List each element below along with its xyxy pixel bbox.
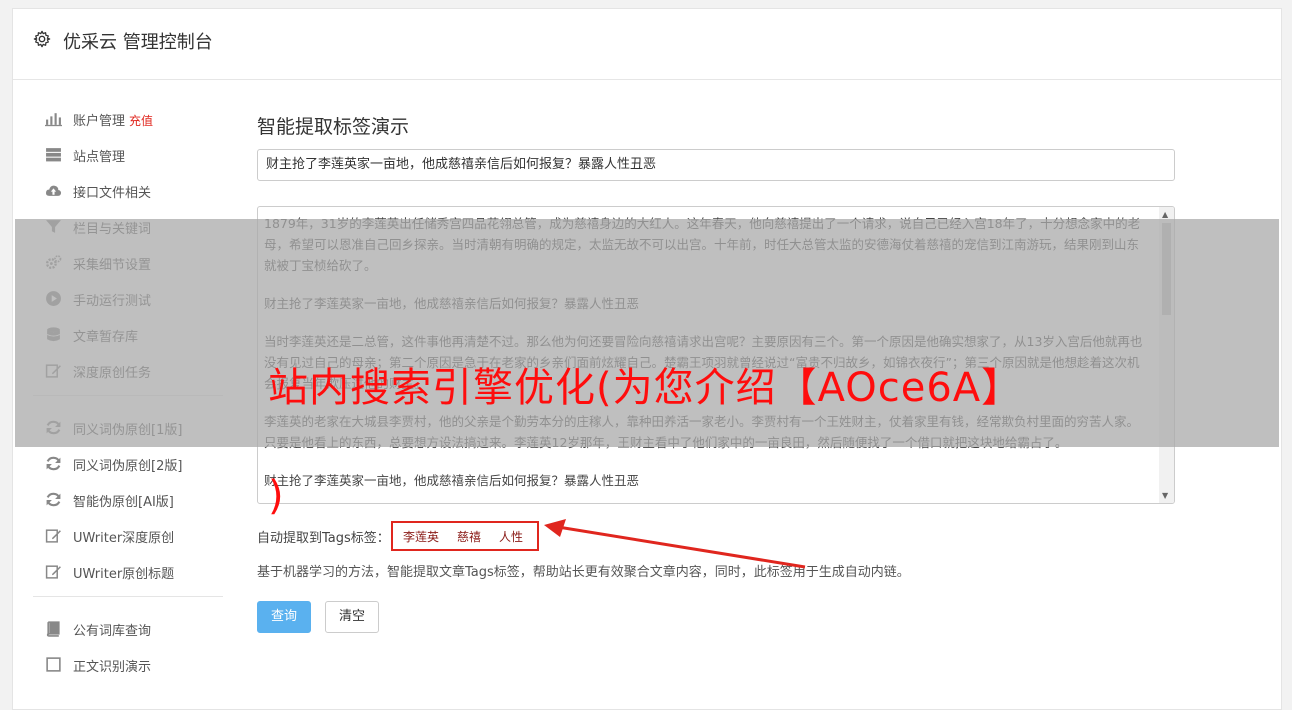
page-title: 优采云 管理控制台 (63, 32, 213, 53)
sidebar-item[interactable]: 正文识别演示 (33, 647, 223, 683)
section-heading: 智能提取标签演示 (257, 116, 410, 138)
sidebar-item-label: UWriter深度原创 (73, 531, 175, 546)
sidebar-item[interactable]: 同义词伪原创[2版] (33, 446, 223, 482)
edit-icon (45, 563, 62, 580)
sidebar-item-label-wrap: 账户管理 充值 (73, 110, 153, 129)
edit-icon (45, 527, 62, 544)
arrow-icon (544, 519, 806, 569)
header: 优采云 管理控制台 (13, 9, 1281, 80)
sidebar-item[interactable]: UWriter原创标题 (33, 554, 223, 590)
square-icon (45, 656, 62, 673)
query-button[interactable]: 查询 (257, 601, 311, 633)
sidebar-item-label: 公有词库查询 (73, 624, 152, 639)
content-paragraph: 财主抢了李莲英家一亩地，他成慈禧亲信后如何报复？暴露人性丑恶 (264, 473, 640, 488)
sidebar-item[interactable]: 智能伪原创[AI版] (33, 482, 223, 518)
sidebar-item[interactable]: 接口文件相关 (33, 173, 223, 209)
sidebar-item-label: 同义词伪原创[2版] (73, 459, 183, 474)
sidebar-item-label: UWriter原创标题 (73, 567, 175, 582)
refresh-icon (45, 455, 62, 472)
sidebar-item[interactable]: 站点管理 (33, 137, 223, 173)
scroll-down-icon[interactable]: ▼ (1162, 491, 1168, 500)
sidebar-item-label: 接口文件相关 (73, 186, 152, 201)
sidebar-item-label: 站点管理 (73, 150, 126, 165)
tag-item: 李莲英 (403, 530, 440, 544)
recharge-link[interactable]: 充值 (129, 114, 153, 128)
gear-icon (33, 30, 51, 48)
overlay-text: 站内搜索引擎优化(为您介绍【AOce6A】 (268, 365, 1023, 411)
sidebar-item-label: 账户管理 (73, 114, 126, 129)
cloud-upload-icon (45, 182, 62, 199)
server-icon (45, 146, 62, 163)
sidebar-item-label: 智能伪原创[AI版] (73, 495, 174, 510)
scroll-up-icon[interactable]: ▲ (1162, 210, 1168, 219)
sidebar-item[interactable]: UWriter深度原创 (33, 518, 223, 554)
tag-item: 人性 (499, 530, 524, 544)
tags-label: 自动提取到Tags标签： (257, 531, 390, 546)
sidebar-divider (33, 596, 223, 597)
book-icon (45, 620, 62, 637)
tags-box: 李莲英 慈禧 人性 (391, 521, 539, 551)
clear-button[interactable]: 清空 (325, 601, 379, 633)
title-input[interactable]: 财主抢了李莲英家一亩地，他成慈禧亲信后如何报复？暴露人性丑恶 (257, 149, 1175, 181)
tag-item: 慈禧 (457, 530, 482, 544)
sidebar-item[interactable]: 账户管理 充值 (33, 101, 223, 137)
sidebar-item[interactable]: 公有词库查询 (33, 611, 223, 647)
refresh-icon (45, 491, 62, 508)
overlay-text-continued: ) (268, 473, 284, 519)
bar-chart-icon (45, 110, 62, 127)
